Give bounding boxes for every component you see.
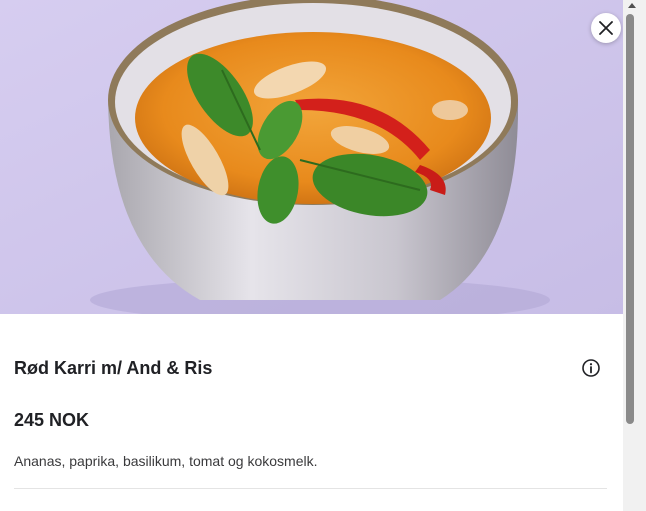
dish-modal: Rød Karri m/ And & Ris 245 NOK Ananas, p… (0, 0, 623, 511)
dish-description: Ananas, paprika, basilikum, tomat og kok… (14, 453, 318, 469)
close-button[interactable] (591, 13, 621, 43)
info-button[interactable] (580, 357, 602, 379)
dish-title: Rød Karri m/ And & Ris (14, 358, 213, 378)
curry-bowl-illustration (0, 0, 623, 314)
info-icon (582, 359, 600, 377)
dish-image (0, 0, 623, 314)
dish-price: 245 NOK (14, 410, 90, 430)
scrollbar-thumb[interactable] (626, 14, 634, 424)
scrollbar[interactable] (623, 0, 646, 511)
scroll-up-arrow-icon[interactable] (628, 3, 636, 8)
close-icon (599, 21, 613, 35)
divider (14, 488, 607, 489)
